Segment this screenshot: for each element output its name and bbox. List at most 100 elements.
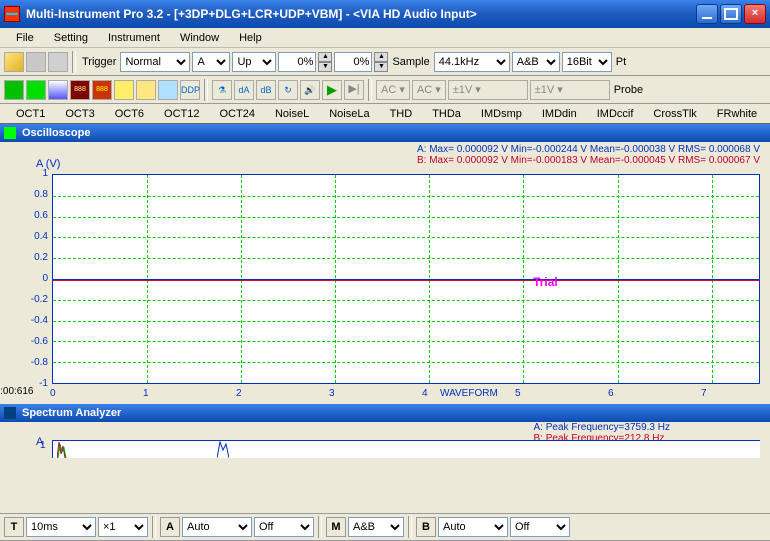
maximize-button[interactable]	[720, 4, 742, 24]
save-icon[interactable]	[26, 52, 46, 72]
menu-instrument[interactable]: Instrument	[98, 32, 170, 44]
multimeter-icon[interactable]: 888	[70, 80, 90, 100]
off-b-select[interactable]: Off	[510, 517, 570, 537]
tab-oct1[interactable]: OCT1	[6, 106, 55, 122]
menu-file[interactable]: File	[6, 32, 44, 44]
tab-noisel[interactable]: NoiseL	[265, 106, 319, 122]
tab-noisela[interactable]: NoiseLa	[319, 106, 379, 122]
menu-bar: File Setting Instrument Window Help	[0, 28, 770, 48]
flask-icon[interactable]: ⚗	[212, 80, 232, 100]
xtick: 0	[50, 388, 56, 399]
tab-thd[interactable]: THD	[380, 106, 423, 122]
menu-help[interactable]: Help	[229, 32, 272, 44]
xtick: 1	[143, 388, 149, 399]
tab-crosstlk[interactable]: CrossTlk	[643, 106, 706, 122]
trigger-delay-field[interactable]	[334, 52, 372, 72]
trigger-label: Trigger	[80, 56, 118, 68]
menu-window[interactable]: Window	[170, 32, 229, 44]
ytick: 0.6	[20, 210, 48, 221]
generator-icon[interactable]	[114, 80, 134, 100]
play-icon[interactable]: ▶	[322, 80, 342, 100]
tab-frwhite[interactable]: FRwhite	[707, 106, 767, 122]
off-a-select[interactable]: Off	[254, 517, 314, 537]
trigger-level-field[interactable]	[278, 52, 316, 72]
spectrum-title: Spectrum Analyzer	[22, 407, 121, 419]
probe-label: Probe	[612, 84, 645, 96]
tab-imdsmp[interactable]: IMDsmp	[471, 106, 532, 122]
tab-oct6[interactable]: OCT6	[105, 106, 154, 122]
menu-setting[interactable]: Setting	[44, 32, 98, 44]
ytick: -0.8	[20, 357, 48, 368]
bit-depth-select[interactable]: 16Bit	[562, 52, 612, 72]
ytick: 0.2	[20, 252, 48, 263]
toolbar-bottom: T 10ms ×1 A Auto Off M A&B B Auto Off	[0, 513, 770, 541]
titlebar: Multi-Instrument Pro 3.2 - [+3DP+DLG+LCR…	[0, 0, 770, 28]
refresh-icon[interactable]: ↻	[278, 80, 298, 100]
coupling-b-select[interactable]: AC ▾	[412, 80, 446, 100]
ddp-icon[interactable]: DDP	[180, 80, 200, 100]
range-a-select[interactable]: ±1V ▾	[448, 80, 528, 100]
counter-icon[interactable]: 888	[92, 80, 112, 100]
trigger-channel-select[interactable]: A	[192, 52, 230, 72]
spectrum-panel: A: Peak Frequency=3759.3 Hz B: Peak Freq…	[0, 422, 770, 457]
timebase-select[interactable]: 10ms	[26, 517, 96, 537]
multiplier-select[interactable]: ×1	[98, 517, 148, 537]
ytick: 0	[20, 273, 48, 284]
db-icon[interactable]: dB	[256, 80, 276, 100]
oscilloscope-status-icon	[4, 127, 16, 139]
xtick: 4	[422, 388, 428, 399]
tab-thda[interactable]: THDa	[422, 106, 471, 122]
oscilloscope-title: Oscilloscope	[22, 127, 90, 139]
open-icon[interactable]	[4, 52, 24, 72]
toolbar-top: Trigger Normal A Up ▲▼ ▲▼ Sample 44.1kHz…	[0, 48, 770, 76]
ytick: 0.8	[20, 189, 48, 200]
range-b-select[interactable]: ±1V ▾	[530, 80, 610, 100]
spectrum-status-icon	[4, 407, 16, 419]
step-icon[interactable]: ▶|	[344, 80, 364, 100]
oscilloscope-chart[interactable]: Trial	[52, 174, 760, 384]
trigger-mode-select[interactable]: Normal	[120, 52, 190, 72]
da-icon[interactable]: dA	[234, 80, 254, 100]
close-button[interactable]: ×	[744, 4, 766, 24]
minimize-button[interactable]	[696, 4, 718, 24]
record-icon[interactable]	[4, 80, 24, 100]
tab-oct24[interactable]: OCT24	[210, 106, 265, 122]
trigger-edge-select[interactable]: Up	[232, 52, 276, 72]
analyzer-icon[interactable]	[136, 80, 156, 100]
run-icon[interactable]	[26, 80, 46, 100]
speaker-icon[interactable]: 🔊	[300, 80, 320, 100]
ytick: -0.2	[20, 294, 48, 305]
channel-both-select[interactable]: A&B	[512, 52, 560, 72]
spectrum-chart[interactable]	[52, 440, 760, 458]
print-icon[interactable]	[48, 52, 68, 72]
range-a-bottom-select[interactable]: Auto	[182, 517, 252, 537]
range-b-bottom-select[interactable]: Auto	[438, 517, 508, 537]
tab-oct12[interactable]: OCT12	[154, 106, 209, 122]
window-title: Multi-Instrument Pro 3.2 - [+3DP+DLG+LCR…	[26, 7, 696, 21]
mode-label: M	[326, 517, 346, 537]
device-icon[interactable]	[158, 80, 178, 100]
tab-imdccif[interactable]: IMDccif	[587, 106, 644, 122]
readout-channel-b: B: Max= 0.000092 V Min=-0.000183 V Mean=…	[417, 155, 760, 166]
x-axis-label: WAVEFORM	[440, 388, 498, 399]
scope-icon[interactable]	[48, 80, 68, 100]
timebase-label: T	[4, 517, 24, 537]
ytick: -0.4	[20, 315, 48, 326]
mode-select[interactable]: A&B	[348, 517, 404, 537]
spectrum-trace-a	[57, 440, 69, 458]
toolbar-second: 888 888 DDP ⚗ dA dB ↻ 🔊 ▶ ▶| AC ▾ AC ▾ ±…	[0, 76, 770, 104]
measurement-tabs: OCT1 OCT3 OCT6 OCT12 OCT24 NoiseL NoiseL…	[0, 104, 770, 124]
app-icon	[4, 6, 20, 22]
xtick: 7	[701, 388, 707, 399]
coupling-a-select[interactable]: AC ▾	[376, 80, 410, 100]
channel-b-label: B	[416, 517, 436, 537]
trigger-delay-spinner[interactable]: ▲▼	[374, 52, 388, 72]
sample-label: Sample	[390, 56, 431, 68]
channel-a-label: A	[160, 517, 180, 537]
sample-rate-select[interactable]: 44.1kHz	[434, 52, 510, 72]
tab-imddin[interactable]: IMDdin	[532, 106, 587, 122]
oscilloscope-header: Oscilloscope	[0, 124, 770, 142]
ytick: -0.6	[20, 336, 48, 347]
trigger-level-spinner[interactable]: ▲▼	[318, 52, 332, 72]
tab-oct3[interactable]: OCT3	[55, 106, 104, 122]
